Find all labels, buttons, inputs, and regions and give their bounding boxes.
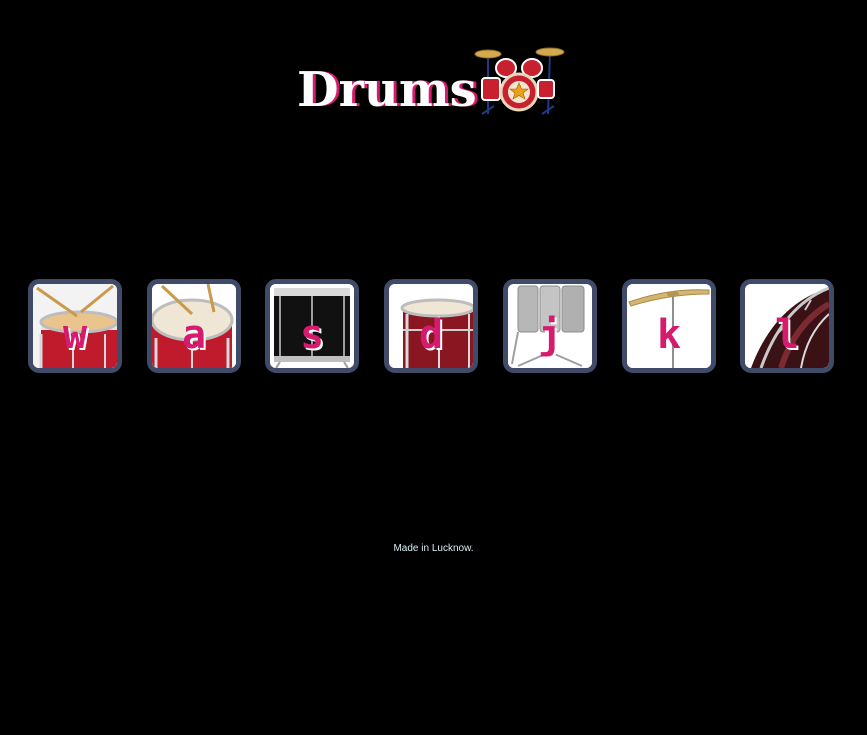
- drum-button-w[interactable]: w: [28, 279, 122, 373]
- drum-key-label: a: [181, 312, 207, 358]
- header: Drums: [0, 18, 867, 115]
- drum-button-a[interactable]: a: [147, 279, 241, 373]
- drum-button-l[interactable]: l: [740, 279, 834, 373]
- drum-kit-icon: [474, 47, 565, 115]
- drum-key-label: j: [537, 312, 563, 358]
- drum-key-label: l: [774, 312, 800, 358]
- drum-key-label: s: [299, 312, 325, 358]
- drum-key-label: k: [656, 312, 682, 358]
- footer-text: Made in Lucknow.: [393, 543, 474, 554]
- drum-pad-row: w a s d j k l: [0, 279, 867, 373]
- drum-button-s[interactable]: s: [265, 279, 359, 373]
- drum-button-j[interactable]: j: [503, 279, 597, 373]
- drum-key-label: w: [62, 312, 88, 358]
- page-title: Drums: [297, 62, 477, 118]
- drum-button-d[interactable]: d: [384, 279, 478, 373]
- drum-key-label: d: [418, 312, 444, 358]
- drum-button-k[interactable]: k: [622, 279, 716, 373]
